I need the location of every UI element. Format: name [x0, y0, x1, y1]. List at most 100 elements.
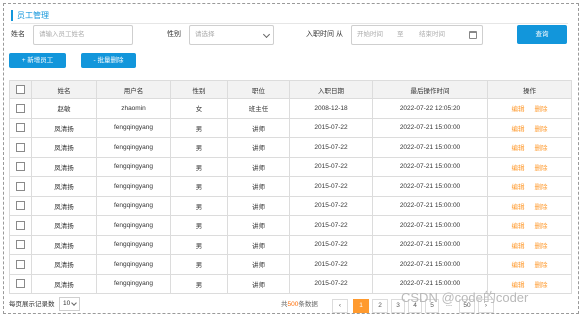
table-cell: fengqingyang	[96, 137, 171, 158]
column-header: 职位	[227, 80, 290, 99]
start-date-placeholder: 开始时间	[357, 31, 383, 38]
row-actions: 编辑 删除	[487, 156, 572, 177]
delete-link[interactable]: 删除	[535, 126, 548, 133]
table-row: 凤清扬 fengqingyang 男讲师 2015-07-22 2022-07-21 1…	[9, 117, 572, 138]
prev-page-button[interactable]: ‹	[332, 299, 348, 313]
table-row: 凤清扬 fengqingyang 男讲师 2015-07-22 2022-07-21 1…	[9, 254, 572, 275]
table-cell: 2022-07-21 15:00:00	[372, 117, 488, 138]
table-header-row: 姓名 用户名 性别 职位 入职日期 最后操作时间 操作	[9, 80, 572, 99]
row-select-cell	[9, 254, 32, 275]
edit-link[interactable]: 编辑	[512, 165, 525, 172]
edit-link[interactable]: 编辑	[512, 243, 525, 250]
table-cell: 男	[170, 137, 228, 158]
date-to-label: 至	[397, 31, 404, 38]
table-cell: 凤清扬	[31, 176, 97, 197]
batch-delete-button[interactable]: - 批量删除	[81, 53, 136, 68]
table-row: 凤清扬 fengqingyang 男讲师 2015-07-22 2022-07-21 1…	[9, 195, 572, 216]
edit-link[interactable]: 编辑	[512, 106, 525, 113]
page-button-1[interactable]: 1	[353, 299, 369, 313]
table-cell: 凤清扬	[31, 273, 97, 294]
row-select-cell	[9, 98, 32, 119]
employee-table: 姓名 用户名 性别 职位 入职日期 最后操作时间 操作 赵敏 zhaomin 女班主…	[9, 80, 572, 294]
page-button-2[interactable]: 2	[372, 299, 388, 313]
table-cell: 2022-07-21 15:00:00	[372, 195, 488, 216]
delete-link[interactable]: 删除	[535, 165, 548, 172]
row-select-cell	[9, 137, 32, 158]
row-actions: 编辑 删除	[487, 176, 572, 197]
table-cell: 2015-07-22	[289, 234, 373, 255]
row-checkbox[interactable]	[16, 220, 25, 230]
row-select-cell	[9, 117, 32, 138]
delete-link[interactable]: 删除	[535, 106, 548, 113]
row-checkbox[interactable]	[16, 162, 25, 172]
delete-link[interactable]: 删除	[535, 145, 548, 152]
delete-link[interactable]: 删除	[535, 184, 548, 191]
name-placeholder: 请输入员工姓名	[39, 31, 85, 38]
row-checkbox[interactable]	[16, 240, 25, 250]
table-cell: 2022-07-21 15:00:00	[372, 254, 488, 275]
row-select-cell	[9, 234, 32, 255]
edit-link[interactable]: 编辑	[512, 262, 525, 269]
table-cell: 男	[170, 215, 228, 236]
table-cell: 2015-07-22	[289, 254, 373, 275]
edit-link[interactable]: 编辑	[512, 184, 525, 191]
table-row: 凤清扬 fengqingyang 男讲师 2015-07-22 2022-07-21 1…	[9, 156, 572, 177]
table-cell: fengqingyang	[96, 156, 171, 177]
table-cell: 男	[170, 234, 228, 255]
query-button[interactable]: 查询	[517, 25, 567, 44]
row-checkbox[interactable]	[16, 181, 25, 191]
name-label: 姓名	[11, 31, 25, 38]
delete-link[interactable]: 删除	[535, 282, 548, 289]
calendar-icon	[469, 31, 477, 39]
row-select-cell	[9, 156, 32, 177]
gender-select[interactable]: 请选择	[189, 25, 274, 45]
row-actions: 编辑 删除	[487, 195, 572, 216]
page-size-value: 10	[63, 300, 71, 307]
table-cell: 2022-07-21 15:00:00	[372, 176, 488, 197]
column-header: 性别	[170, 80, 228, 99]
add-employee-button[interactable]: + 新增员工	[9, 53, 66, 68]
edit-link[interactable]: 编辑	[512, 204, 525, 211]
delete-link[interactable]: 删除	[535, 243, 548, 250]
table-cell: 凤清扬	[31, 215, 97, 236]
row-checkbox[interactable]	[16, 123, 25, 133]
page-size-label: 每页展示记录数	[9, 301, 55, 308]
name-search-input[interactable]: 请输入员工姓名	[33, 25, 133, 45]
table-cell: 讲师	[227, 273, 290, 294]
date-range-picker[interactable]: 开始时间 至 结束时间	[351, 25, 483, 45]
table-cell: 2015-07-22	[289, 273, 373, 294]
edit-link[interactable]: 编辑	[512, 282, 525, 289]
table-cell: 2015-07-22	[289, 137, 373, 158]
table-cell: fengqingyang	[96, 215, 171, 236]
select-all-checkbox[interactable]	[16, 85, 25, 94]
table-cell: 凤清扬	[31, 156, 97, 177]
delete-link[interactable]: 删除	[535, 223, 548, 230]
delete-link[interactable]: 删除	[535, 262, 548, 269]
table-cell: 2022-07-22 12:05:20	[372, 98, 488, 119]
table-cell: fengqingyang	[96, 195, 171, 216]
table-cell: 班主任	[227, 98, 290, 119]
table-row: 赵敏 zhaomin 女班主任 2008-12-18 2022-07-22 12:05:…	[9, 98, 572, 119]
page-size-select[interactable]: 10	[59, 297, 80, 311]
table-cell: 男	[170, 254, 228, 275]
table-cell: 男	[170, 176, 228, 197]
edit-link[interactable]: 编辑	[512, 223, 525, 230]
row-checkbox[interactable]	[16, 259, 25, 269]
chevron-down-icon	[262, 30, 271, 39]
table-cell: 讲师	[227, 176, 290, 197]
row-actions: 编辑 删除	[487, 98, 572, 119]
table-cell: 凤清扬	[31, 254, 97, 275]
edit-link[interactable]: 编辑	[512, 145, 525, 152]
row-checkbox[interactable]	[16, 279, 25, 289]
edit-link[interactable]: 编辑	[512, 126, 525, 133]
delete-link[interactable]: 删除	[535, 204, 548, 211]
row-checkbox[interactable]	[16, 142, 25, 152]
table-row: 凤清扬 fengqingyang 男讲师 2015-07-22 2022-07-21 1…	[9, 137, 572, 158]
total-suffix: 条数据	[298, 301, 318, 308]
row-checkbox[interactable]	[16, 201, 25, 211]
row-checkbox[interactable]	[16, 103, 25, 113]
watermark: CSDN @code的coder	[401, 290, 529, 305]
chevron-down-icon	[71, 300, 77, 306]
table-cell: 2022-07-21 15:00:00	[372, 234, 488, 255]
table-cell: fengqingyang	[96, 234, 171, 255]
